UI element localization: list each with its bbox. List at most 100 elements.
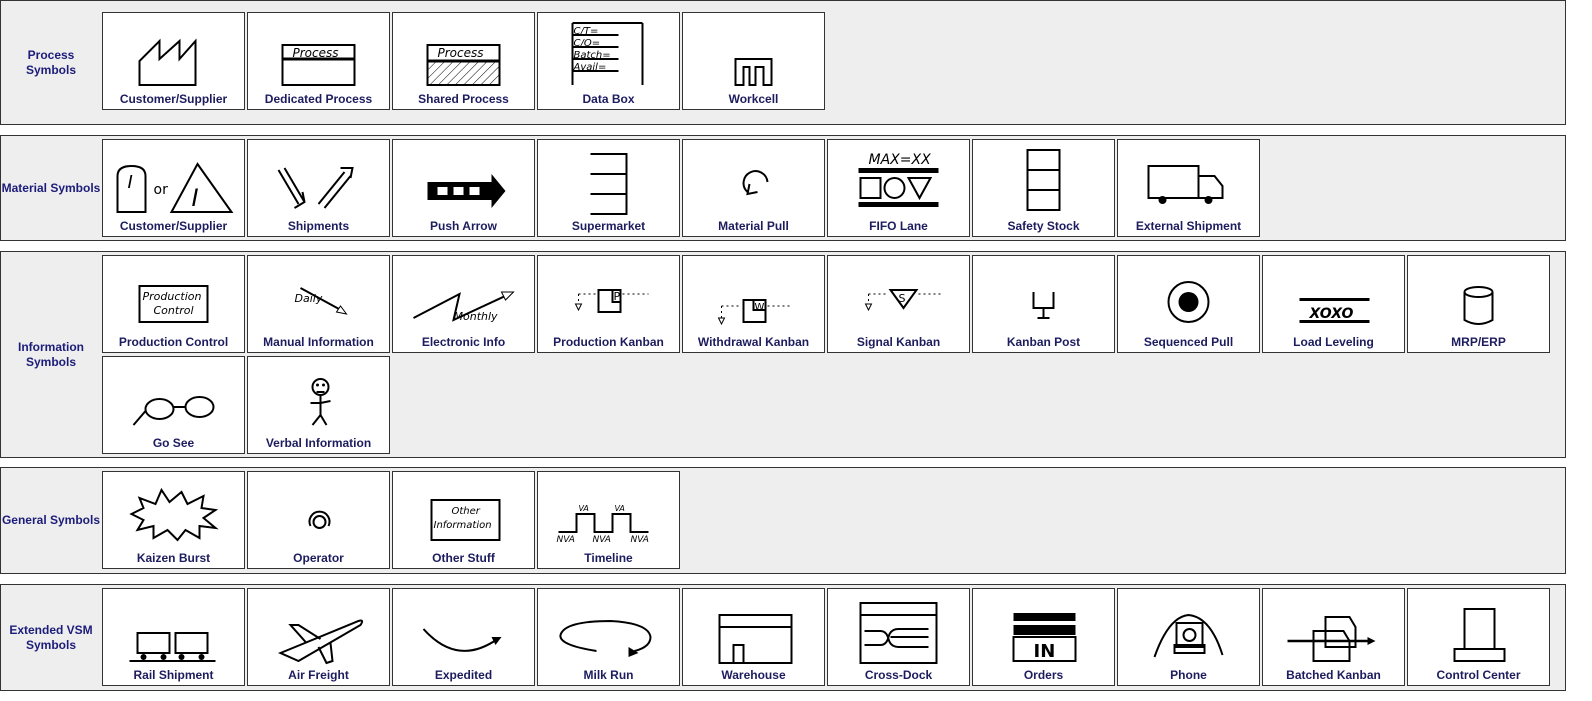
symbol-label: Control Center	[1436, 668, 1521, 682]
symbol-tile-mrp-erp[interactable]: MRP/ERP	[1407, 255, 1550, 353]
symbol-tile-load-leveling[interactable]: XOXO Load Leveling	[1262, 255, 1405, 353]
symbol-tile-cross-dock[interactable]: Cross-Dock	[827, 588, 970, 686]
symbol-label: Expedited	[434, 668, 493, 682]
icon-lettering: Information	[434, 520, 492, 531]
shared-process-icon: Process	[426, 44, 501, 86]
symbol-tile-expedited[interactable]: Expedited	[392, 588, 535, 686]
factory-icon	[138, 38, 197, 86]
symbol-tile-air-freight[interactable]: Air Freight	[247, 588, 390, 686]
symbol-label: Production Control	[118, 335, 229, 349]
symbol-label: Orders	[1023, 668, 1064, 682]
symbol-label: Data Box	[582, 92, 635, 106]
symbol-tile-warehouse[interactable]: Warehouse	[682, 588, 825, 686]
fifo-lane-icon: MAX=XX	[858, 152, 939, 207]
symbol-tile-batched-kanban[interactable]: Batched Kanban	[1262, 588, 1405, 686]
section-label: Material Symbols	[1, 180, 101, 195]
symbol-tile-operator[interactable]: Operator	[247, 471, 390, 569]
load-leveling-icon: XOXO	[1299, 298, 1370, 323]
symbol-tile-rail-shipment[interactable]: Rail Shipment	[102, 588, 245, 686]
symbol-tile-kanban-post[interactable]: Kanban Post	[972, 255, 1115, 353]
symbol-label: Kaizen Burst	[136, 551, 211, 565]
icon-lettering: I	[192, 184, 199, 212]
symbol-tile-push-arrow[interactable]: Push Arrow	[392, 139, 535, 237]
icon-lettering: Avail=	[573, 62, 607, 73]
signal-kanban-icon: S	[864, 289, 941, 312]
symbol-tile-production-kanban[interactable]: P Production Kanban	[537, 255, 680, 353]
symbol-label: FIFO Lane	[869, 219, 928, 233]
stick-figure-icon	[310, 378, 331, 426]
database-icon	[1463, 286, 1494, 325]
icon-lettering: P	[614, 290, 621, 303]
symbol-tile-signal-kanban[interactable]: S Signal Kanban	[827, 255, 970, 353]
symbol-tile-material-pull[interactable]: Material Pull	[682, 139, 825, 237]
symbol-label: Milk Run	[583, 668, 634, 682]
cross-dock-icon	[859, 602, 938, 664]
icon-lettering: MAX=XX	[869, 152, 932, 168]
symbol-label: Phone	[1170, 668, 1207, 682]
symbol-label: External Shipment	[1135, 219, 1242, 233]
symbol-tile-customer-supplier[interactable]: Ior I Customer/Supplier	[102, 139, 245, 237]
manual-info-icon: Daily	[295, 287, 348, 315]
material-pull-icon	[742, 170, 769, 196]
symbol-tile-production-control[interactable]: Production Control Production Control	[102, 255, 245, 353]
production-kanban-icon: P	[574, 289, 649, 313]
symbol-tile-manual-information[interactable]: Daily Manual Information	[247, 255, 390, 353]
symbol-grid: Customer/Supplier Process Dedicated Proces…	[102, 12, 1552, 110]
symbol-tile-fifo-lane[interactable]: MAX=XX FIFO Lane	[827, 139, 970, 237]
symbol-tile-verbal-information[interactable]: Verbal Information	[247, 356, 390, 454]
icon-lettering: C/T=	[574, 26, 599, 37]
icon-lettering: Batch=	[574, 50, 611, 61]
batched-kanban-icon	[1287, 616, 1376, 662]
withdrawal-kanban-icon: W	[717, 299, 792, 326]
symbol-label: Operator	[293, 551, 344, 565]
operator-icon	[308, 510, 331, 529]
symbol-tile-external-shipment[interactable]: External Shipment	[1117, 139, 1260, 237]
symbol-label: Go See	[152, 436, 195, 450]
icon-lettering: NVA	[631, 535, 649, 545]
symbol-tile-phone[interactable]: Phone	[1117, 588, 1260, 686]
symbol-tile-shared-process[interactable]: Process Shared Process	[392, 12, 535, 110]
symbol-tile-workcell[interactable]: Workcell	[682, 12, 825, 110]
glasses-icon	[132, 396, 215, 426]
icon-lettering: Other	[452, 506, 481, 517]
section-label: Process Symbols	[25, 47, 76, 77]
symbol-label: Manual Information	[263, 335, 374, 349]
data-box-icon: C/T=C/O=Batch=Avail=	[571, 22, 644, 85]
symbol-tile-kaizen-burst[interactable]: Kaizen Burst	[102, 471, 245, 569]
symbol-tile-supermarket[interactable]: Supermarket	[537, 139, 680, 237]
symbol-tile-control-center[interactable]: Control Center	[1407, 588, 1550, 686]
icon-lettering: Monthly	[454, 310, 499, 323]
symbol-tile-sequenced-pull[interactable]: Sequenced Pull	[1117, 255, 1260, 353]
symbol-tile-electronic-info[interactable]: Monthly Electronic Info	[392, 255, 535, 353]
symbol-tile-orders[interactable]: IN Orders	[972, 588, 1115, 686]
icon-lettering: Daily	[295, 292, 323, 305]
symbol-label: Push Arrow	[430, 219, 497, 233]
symbol-label: Supermarket	[571, 219, 646, 233]
icon-lettering: NVA	[593, 535, 611, 545]
symbol-tile-milk-run[interactable]: Milk Run	[537, 588, 680, 686]
symbol-label: Withdrawal Kanban	[697, 335, 810, 349]
symbol-tile-withdrawal-kanban[interactable]: W Withdrawal Kanban	[682, 255, 825, 353]
symbol-label: Workcell	[728, 92, 779, 106]
symbol-label: Verbal Information	[265, 436, 372, 450]
symbol-tile-timeline[interactable]: VA VA NVA NVA NVA Timeline	[537, 471, 680, 569]
section-extended: Extended VSM Symbols Rail Shipment Air Fre…	[0, 584, 1566, 691]
symbol-tile-go-see[interactable]: Go See	[102, 356, 245, 454]
rail-icon	[129, 632, 216, 662]
symbol-tile-customer-supplier[interactable]: Customer/Supplier	[102, 12, 245, 110]
symbol-label: Warehouse	[721, 668, 786, 682]
sequenced-pull-icon	[1167, 281, 1210, 323]
orders-icon: IN	[1012, 613, 1077, 662]
icon-lettering: NVA	[557, 535, 575, 545]
airplane-icon	[277, 619, 364, 665]
symbol-grid: Kaizen Burst Operator Other Information Othe…	[102, 471, 1552, 569]
symbol-tile-data-box[interactable]: C/T= C/O= Batch= Avail= Data Box	[537, 12, 680, 110]
symbol-label: Kanban Post	[1006, 335, 1081, 349]
symbol-tile-safety-stock[interactable]: Safety Stock	[972, 139, 1115, 237]
icon-lettering: IN	[1034, 641, 1056, 662]
symbol-tile-other-stuff[interactable]: Other Information Other Stuff	[392, 471, 535, 569]
symbol-tile-dedicated-process[interactable]: Process Dedicated Process	[247, 12, 390, 110]
expedited-icon	[422, 628, 502, 652]
symbol-tile-shipments[interactable]: Shipments	[247, 139, 390, 237]
icon-lettering: C/O=	[574, 38, 601, 49]
